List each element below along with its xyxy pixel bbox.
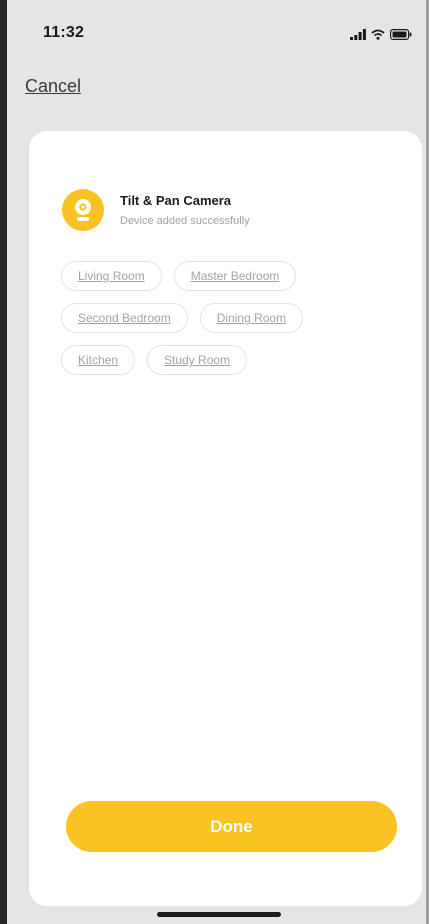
room-chip-list: Living Room Master Bedroom Second Bedroo…	[61, 261, 381, 387]
room-chip-row: Second Bedroom Dining Room	[61, 303, 381, 333]
camera-icon	[62, 189, 104, 231]
device-summary: Tilt & Pan Camera Device added successfu…	[62, 189, 250, 231]
room-chip-study-room[interactable]: Study Room	[147, 345, 248, 375]
room-chip-living-room[interactable]: Living Room	[61, 261, 162, 291]
room-chip-dining-room[interactable]: Dining Room	[199, 303, 304, 333]
device-name: Tilt & Pan Camera	[120, 193, 232, 208]
status-icons	[350, 27, 412, 45]
status-bar: 11:32	[7, 0, 426, 70]
room-assignment-card: Tilt & Pan Camera Device added successfu…	[29, 131, 422, 906]
room-chip-row: Kitchen Study Room	[61, 345, 381, 375]
room-chip-row: Living Room Master Bedroom	[61, 261, 381, 291]
cancel-button[interactable]: Cancel	[25, 76, 81, 97]
device-text: Tilt & Pan Camera Device added successfu…	[120, 193, 250, 227]
done-button[interactable]: Done	[66, 801, 397, 852]
device-status: Device added successfully	[120, 215, 250, 227]
battery-icon	[390, 27, 412, 45]
status-time: 11:32	[43, 24, 85, 41]
room-chip-master-bedroom[interactable]: Master Bedroom	[173, 261, 297, 291]
room-chip-kitchen[interactable]: Kitchen	[61, 345, 136, 375]
room-chip-second-bedroom[interactable]: Second Bedroom	[61, 303, 188, 333]
signal-icon	[350, 27, 366, 45]
wifi-icon	[371, 27, 385, 45]
phone-screen: 11:32 Cancel Tilt & Pan Camera Device ad…	[0, 0, 429, 924]
home-indicator[interactable]	[157, 912, 281, 917]
